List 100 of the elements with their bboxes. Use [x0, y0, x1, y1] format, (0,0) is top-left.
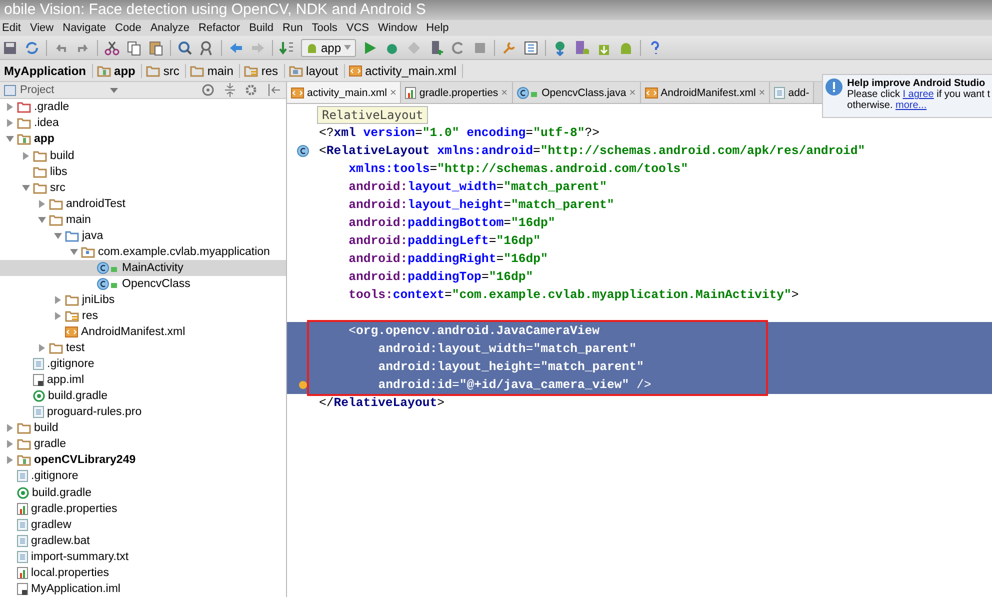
- tree-item[interactable]: .gradle: [0, 99, 286, 116]
- paste-icon[interactable]: [148, 40, 164, 56]
- cut-icon[interactable]: [104, 40, 120, 56]
- code-line: android:layout_height="match_parent": [377, 360, 644, 374]
- folder-icon: [49, 342, 63, 354]
- breadcrumb-item[interactable]: app: [93, 64, 142, 78]
- tree-item[interactable]: java: [0, 228, 286, 244]
- structure-icon[interactable]: [523, 40, 540, 56]
- tree-item[interactable]: test: [0, 340, 286, 356]
- tree-item[interactable]: OpencvClass: [0, 276, 286, 292]
- tree-item[interactable]: MainActivity: [0, 260, 286, 276]
- folder-icon: [65, 294, 79, 306]
- tree-item[interactable]: AndroidManifest.xml: [0, 324, 286, 340]
- tree-item[interactable]: gradlew: [0, 516, 286, 533]
- tree-item[interactable]: gradlew.bat: [0, 532, 286, 549]
- panel-title[interactable]: Project: [20, 84, 54, 96]
- menu-item[interactable]: VCS: [346, 22, 370, 34]
- search-icon[interactable]: [177, 40, 193, 56]
- tree-item[interactable]: proguard-rules.pro: [0, 404, 286, 420]
- tree-item[interactable]: build.gradle: [0, 484, 286, 501]
- tree-item[interactable]: import-summary.txt: [0, 548, 286, 565]
- menu-item[interactable]: Code: [115, 22, 142, 34]
- breadcrumb-item[interactable]: src: [142, 64, 186, 78]
- properties-file-icon: [17, 566, 28, 579]
- editor-tab[interactable]: OpencvClass.java ×: [512, 82, 641, 103]
- tree-item[interactable]: MyApplication.iml: [0, 580, 286, 597]
- expand-arrow-icon[interactable]: [38, 200, 46, 208]
- menu-item[interactable]: Edit: [2, 22, 21, 34]
- tree-item[interactable]: build: [0, 148, 286, 164]
- xml-file-icon: [65, 326, 78, 338]
- tree-item[interactable]: .gitignore: [0, 356, 286, 372]
- collapse-arrow-icon[interactable]: [22, 184, 30, 192]
- breadcrumb-item[interactable]: res: [240, 64, 286, 78]
- tree-item[interactable]: androidTest: [0, 196, 286, 212]
- tree-item[interactable]: res: [0, 308, 286, 324]
- editor-tab[interactable]: gradle.properties ×: [401, 82, 513, 103]
- locate-icon[interactable]: [200, 82, 216, 98]
- hide-panel-icon[interactable]: [266, 82, 282, 98]
- resource-folder-icon: [65, 310, 79, 322]
- make-icon[interactable]: [279, 40, 295, 56]
- copy-icon[interactable]: [126, 40, 142, 56]
- caret-icon[interactable]: [110, 88, 118, 93]
- menu-item[interactable]: Window: [378, 22, 418, 34]
- code-line: android:paddingLeft="16dp": [348, 234, 540, 248]
- tree-item[interactable]: jniLibs: [0, 292, 286, 308]
- tree-item[interactable]: libs: [0, 164, 286, 180]
- menu-item[interactable]: Tools: [312, 22, 338, 34]
- menu-item[interactable]: Run: [282, 22, 303, 34]
- more-link[interactable]: more...: [896, 100, 927, 111]
- tree-item[interactable]: build.gradle: [0, 388, 286, 404]
- breadcrumb-item[interactable]: layout: [285, 64, 346, 78]
- menu-item[interactable]: View: [30, 22, 54, 34]
- code-line: android:layout_width="match_parent": [348, 180, 607, 194]
- class-gutter-icon[interactable]: [297, 145, 309, 157]
- breadcrumb-item[interactable]: activity_main.xml: [345, 64, 464, 78]
- tree-item[interactable]: local.properties: [0, 564, 286, 581]
- menu-item[interactable]: Build: [249, 22, 274, 34]
- collapse-all-icon[interactable]: [222, 82, 238, 98]
- tree-item[interactable]: app.iml: [0, 372, 286, 388]
- avd-icon[interactable]: [574, 40, 590, 56]
- close-tab-button[interactable]: ×: [390, 86, 396, 98]
- sync-icon[interactable]: [24, 40, 40, 56]
- tree-item[interactable]: src: [0, 180, 286, 196]
- expand-arrow-icon[interactable]: [38, 344, 46, 352]
- text-file-icon: [17, 550, 28, 563]
- tree-item[interactable]: main: [0, 212, 286, 228]
- tree-item[interactable]: .idea: [0, 115, 286, 132]
- wrench-icon[interactable]: [501, 40, 518, 56]
- run-configuration-dropdown[interactable]: app: [301, 38, 356, 56]
- code-line: android:layout_height="match_parent": [348, 198, 614, 212]
- tree-item[interactable]: app: [0, 131, 286, 148]
- menu-item[interactable]: Help: [426, 22, 449, 34]
- tree-item[interactable]: openCVLibrary249: [0, 452, 286, 468]
- menu-item[interactable]: Navigate: [62, 22, 106, 34]
- editor-tab[interactable]: add-: [770, 82, 814, 103]
- text-file-icon: [33, 358, 44, 370]
- agree-link[interactable]: I agree: [902, 89, 934, 100]
- tree-item[interactable]: gradle.properties: [0, 500, 286, 517]
- save-icon[interactable]: [2, 40, 18, 56]
- collapse-arrow-icon[interactable]: [6, 135, 14, 144]
- tree-item[interactable]: com.example.cvlab.myapplication: [0, 244, 286, 260]
- tree-item[interactable]: build: [0, 420, 286, 436]
- text-file-icon: [17, 470, 28, 482]
- expand-arrow-icon[interactable]: [22, 152, 30, 160]
- text-file-icon: [33, 406, 44, 418]
- notification-title: Help improve Android Studio: [847, 78, 986, 89]
- breadcrumb-item[interactable]: main: [186, 64, 240, 78]
- xml-file-icon: [291, 86, 304, 98]
- notification-text: Please click I agree if you want t: [847, 89, 990, 100]
- menu-item[interactable]: Analyze: [150, 22, 190, 34]
- package-icon: [81, 246, 95, 258]
- run-icon[interactable]: [362, 40, 378, 56]
- editor-tab[interactable]: AndroidManifest.xml ×: [640, 82, 770, 103]
- tree-item[interactable]: gradle: [0, 436, 286, 452]
- tree-item[interactable]: .gitignore: [0, 468, 286, 484]
- lightbulb-icon[interactable]: [298, 380, 308, 390]
- editor-tab[interactable]: activity_main.xml ×: [287, 82, 402, 103]
- menu-item[interactable]: Refactor: [198, 22, 240, 34]
- breadcrumb-item[interactable]: MyApplication: [0, 64, 94, 78]
- properties-file-icon: [405, 86, 416, 98]
